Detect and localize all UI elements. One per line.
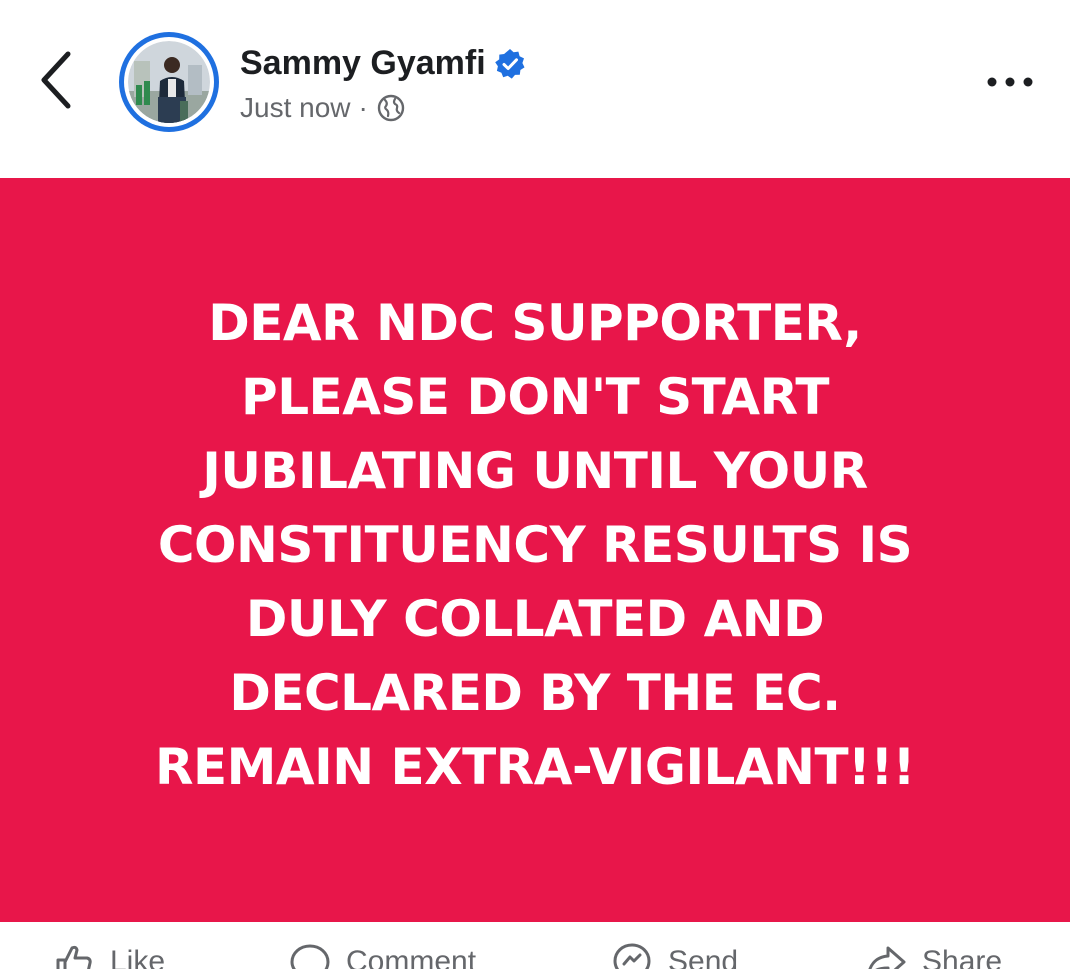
verified-badge-icon — [494, 49, 525, 79]
globe-icon — [377, 94, 405, 122]
post-text-line: CONSTITUENCY RESULTS IS — [157, 516, 913, 574]
post-header: Sammy Gyamfi Just now · — [0, 0, 1070, 178]
post-text-line: DECLARED BY THE EC. — [229, 664, 841, 722]
meta-separator: · — [358, 92, 368, 123]
post-text-card: DEAR NDC SUPPORTER, PLEASE DON'T START J… — [0, 178, 1070, 922]
back-button[interactable] — [28, 40, 88, 120]
like-button[interactable]: Like — [52, 940, 165, 969]
more-options-button[interactable] — [980, 60, 1040, 104]
post-text: DEAR NDC SUPPORTER, PLEASE DON'T START J… — [0, 286, 1070, 804]
share-label: Share — [922, 945, 1003, 969]
post-meta: Just now · — [240, 88, 406, 128]
more-horizontal-icon — [987, 77, 1033, 87]
share-icon — [868, 946, 906, 969]
post-text-line: PLEASE DON'T START — [241, 368, 829, 426]
like-label: Like — [110, 945, 166, 969]
comment-icon — [290, 944, 330, 969]
send-icon — [613, 943, 651, 969]
avatar[interactable] — [119, 32, 219, 132]
post-text-line: REMAIN EXTRA-VIGILANT!!! — [155, 738, 915, 796]
comment-label: Comment — [346, 945, 477, 969]
post-text-line: DEAR NDC SUPPORTER, — [208, 294, 862, 352]
thumbs-up-icon — [56, 945, 92, 969]
author-name[interactable]: Sammy Gyamfi — [240, 44, 486, 83]
post-text-line: JUBILATING UNTIL YOUR — [202, 442, 868, 500]
chevron-left-icon — [41, 51, 71, 109]
profile-photo — [128, 41, 210, 123]
send-button[interactable]: Send — [610, 940, 738, 969]
send-label: Send — [668, 945, 739, 969]
facebook-post-view: Sammy Gyamfi Just now · DEAR NDC SUPPORT… — [0, 0, 1070, 969]
share-button[interactable]: Share — [864, 940, 1002, 969]
author-row: Sammy Gyamfi — [240, 38, 526, 88]
post-text-line: DULY COLLATED AND — [245, 590, 825, 648]
post-timestamp[interactable]: Just now — [240, 92, 351, 124]
post-action-bar: Like Comment Send Share — [0, 922, 1070, 969]
comment-button[interactable]: Comment — [288, 940, 476, 969]
